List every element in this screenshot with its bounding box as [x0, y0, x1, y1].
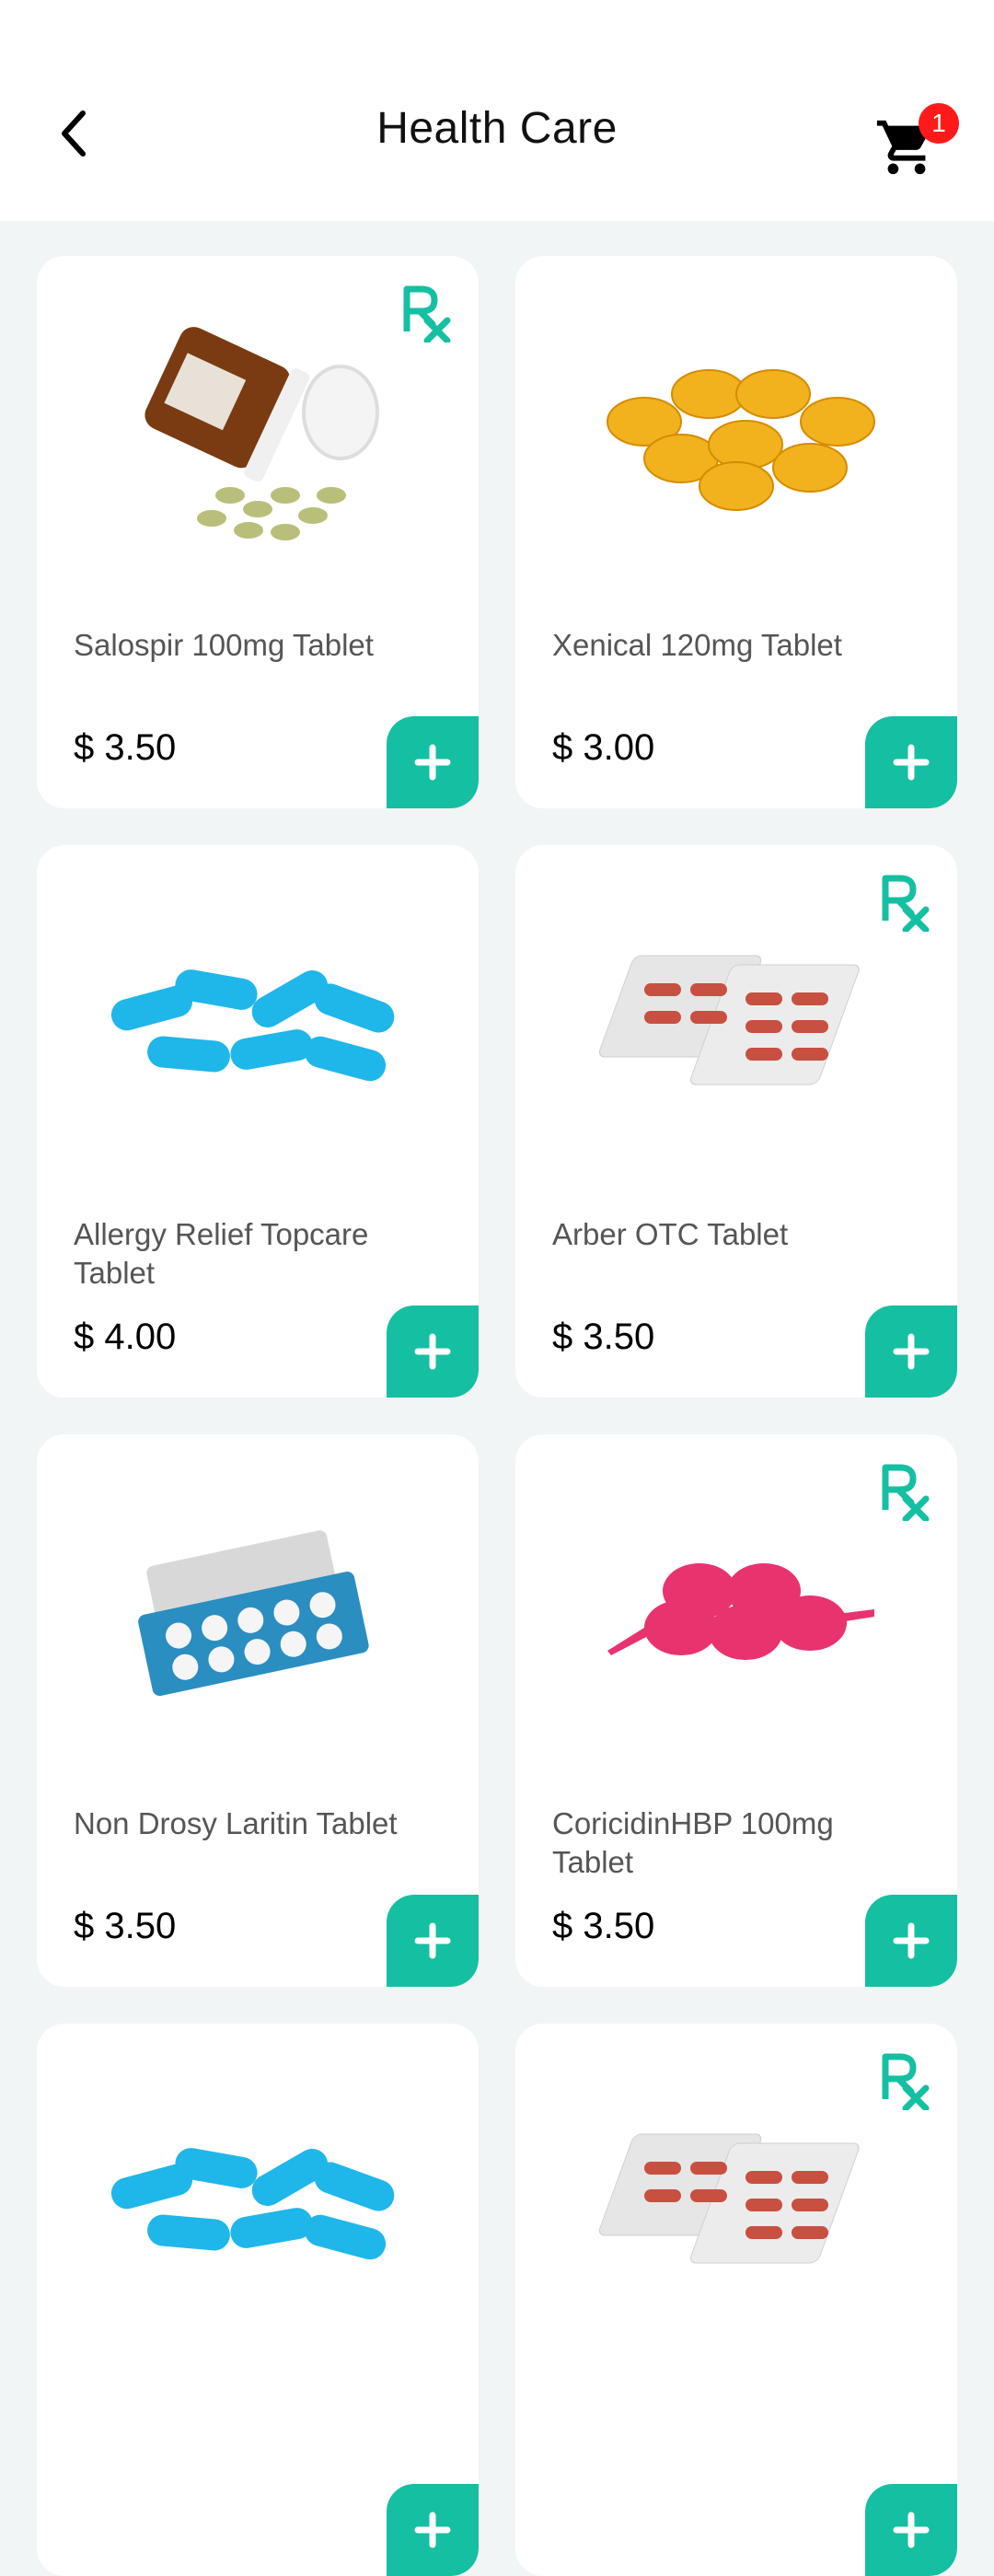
add-to-cart-button[interactable] [865, 716, 957, 808]
product-name: Allergy Relief Topcare Tablet [74, 1217, 369, 1290]
add-to-cart-button[interactable] [387, 2484, 479, 2576]
pink-oil-capsules-image [607, 1563, 874, 1660]
product-card-4[interactable]: Arber OTC Tablet $ 3.50 [515, 845, 957, 1398]
plus-icon [893, 1922, 930, 1959]
add-to-cart-button[interactable] [865, 2484, 957, 2576]
plus-icon [414, 1333, 451, 1370]
red-capsule-blister-packs-image [598, 2133, 860, 2264]
rx-icon [882, 875, 930, 932]
pill-bottle-spilled-tablets-image [144, 327, 379, 540]
plus-icon [893, 744, 930, 781]
product-grid: Salospir 100mg Tablet $ 3.50 Xenical 120… [37, 256, 957, 2576]
product-price: $ 4.00 [74, 1317, 177, 1357]
plus-icon [414, 744, 451, 781]
product-price: $ 3.00 [552, 727, 655, 768]
add-to-cart-button[interactable] [387, 1305, 479, 1398]
rx-icon [882, 2053, 930, 2110]
product-price: $ 3.50 [74, 727, 177, 768]
product-price: $ 3.50 [552, 1317, 655, 1357]
add-to-cart-button[interactable] [865, 1895, 957, 1987]
plus-icon [414, 1922, 451, 1959]
rx-icon [403, 285, 451, 342]
add-to-cart-button[interactable] [387, 716, 479, 808]
page-title: Health Care [376, 104, 618, 153]
blue-capsules-image [110, 2148, 395, 2260]
red-capsule-blister-packs-image [598, 955, 860, 1085]
product-card-7[interactable] [37, 2024, 479, 2576]
plus-icon [893, 2512, 930, 2548]
product-card-3[interactable]: Allergy Relief Topcare Tablet $ 4.00 [37, 845, 479, 1398]
product-name: Salospir 100mg Tablet [74, 628, 374, 662]
product-card-2[interactable]: Xenical 120mg Tablet $ 3.00 [515, 256, 957, 808]
product-image [37, 845, 479, 1195]
app-header: Health Care 1 [0, 0, 994, 221]
cart-count-badge: 1 [919, 103, 959, 144]
product-card-5[interactable]: Non Drosy Laritin Tablet $ 3.50 [37, 1434, 479, 1987]
product-name: Arber OTC Tablet [552, 1217, 789, 1251]
product-image [515, 256, 957, 606]
rx-icon [882, 1464, 930, 1521]
product-name: CoricidinHBP 100mg Tablet [552, 1806, 834, 1879]
plus-icon [414, 2512, 451, 2548]
white-tablet-blister-packs-image [138, 1530, 369, 1697]
blue-capsules-image [110, 969, 395, 1082]
add-to-cart-button[interactable] [387, 1895, 479, 1987]
product-card-6[interactable]: CoricidinHBP 100mg Tablet $ 3.50 [515, 1434, 957, 1987]
plus-icon [893, 1333, 930, 1370]
product-name: Xenical 120mg Tablet [552, 628, 842, 662]
product-price: $ 3.50 [552, 1906, 655, 1946]
product-card-1[interactable]: Salospir 100mg Tablet $ 3.50 [37, 256, 479, 808]
yellow-softgel-capsules-image [607, 369, 875, 511]
product-image [37, 2024, 479, 2373]
product-price: $ 3.50 [74, 1906, 177, 1946]
add-to-cart-button[interactable] [865, 1305, 957, 1398]
product-card-8[interactable] [515, 2024, 957, 2576]
product-image [37, 1434, 479, 1784]
product-name: Non Drosy Laritin Tablet [74, 1806, 398, 1840]
